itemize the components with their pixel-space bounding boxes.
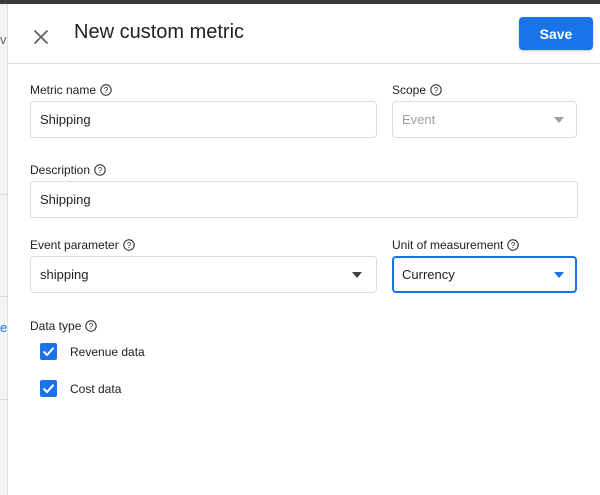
save-button[interactable]: Save <box>519 17 593 50</box>
background-text-fragment: v <box>0 32 7 47</box>
svg-text:?: ? <box>434 86 439 95</box>
scope-value: Event <box>402 112 436 127</box>
svg-text:?: ? <box>126 241 131 250</box>
help-icon[interactable]: ? <box>100 84 112 96</box>
help-icon[interactable]: ? <box>85 320 98 332</box>
revenue-data-checkbox[interactable] <box>40 343 57 360</box>
background-divider <box>0 399 8 400</box>
cost-data-label: Cost data <box>70 382 122 396</box>
scope-label-text: Scope <box>392 83 427 97</box>
event-parameter-label-text: Event parameter <box>30 238 119 252</box>
background-page-edge: v e <box>0 4 8 495</box>
help-icon[interactable]: ? <box>123 239 135 251</box>
svg-text:?: ? <box>98 166 103 175</box>
metric-name-label-text: Metric name <box>30 83 97 97</box>
cost-data-checkbox[interactable] <box>40 380 57 397</box>
description-input[interactable]: Shipping <box>30 181 578 218</box>
unit-of-measurement-select[interactable]: Currency <box>392 256 577 293</box>
scope-select: Event <box>392 101 577 138</box>
check-icon <box>42 347 55 357</box>
description-label: Description ? <box>30 163 106 177</box>
svg-text:?: ? <box>104 86 109 95</box>
close-button[interactable] <box>28 24 54 50</box>
dialog-title: New custom metric <box>74 21 245 43</box>
unit-of-measurement-label: Unit of measurement ? <box>392 238 520 252</box>
scope-label: Scope ? <box>392 83 442 97</box>
data-type-label-text: Data type <box>30 319 82 333</box>
event-parameter-select[interactable]: shipping <box>30 256 377 293</box>
svg-text:?: ? <box>511 241 516 250</box>
background-link-fragment: e <box>0 320 8 335</box>
help-icon[interactable]: ? <box>507 239 520 251</box>
caret-down-icon <box>554 272 564 278</box>
revenue-data-label: Revenue data <box>70 345 145 359</box>
background-divider <box>0 296 8 297</box>
unit-of-measurement-value: Currency <box>402 267 455 282</box>
svg-text:?: ? <box>89 322 94 331</box>
metric-name-value: Shipping <box>40 112 91 127</box>
data-type-label: Data type ? <box>30 319 98 333</box>
description-label-text: Description <box>30 163 91 177</box>
description-value: Shipping <box>40 192 91 207</box>
unit-of-measurement-label-text: Unit of measurement <box>392 238 504 252</box>
custom-metric-dialog: New custom metric Save Metric name ? Shi… <box>8 4 600 495</box>
help-icon[interactable]: ? <box>94 164 106 176</box>
close-icon <box>34 30 48 44</box>
background-divider <box>0 194 8 195</box>
help-icon[interactable]: ? <box>430 84 442 96</box>
event-parameter-value: shipping <box>40 267 89 282</box>
metric-name-input[interactable]: Shipping <box>30 101 377 138</box>
caret-down-icon <box>352 272 362 278</box>
check-icon <box>42 384 55 394</box>
dialog-header: New custom metric Save <box>8 4 600 64</box>
event-parameter-label: Event parameter ? <box>30 238 135 252</box>
metric-name-label: Metric name ? <box>30 83 112 97</box>
caret-down-icon <box>554 117 564 123</box>
